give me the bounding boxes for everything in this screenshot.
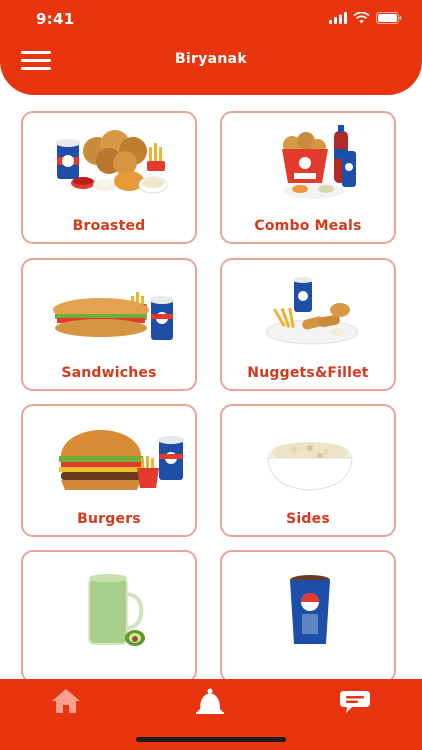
combo-meals-image xyxy=(282,125,356,199)
category-card-drinks[interactable] xyxy=(220,550,396,683)
sandwiches-image xyxy=(53,292,174,340)
sides-image xyxy=(267,442,353,491)
category-label: Combo Meals xyxy=(254,218,362,234)
juice-image xyxy=(88,574,145,646)
burgers-image xyxy=(59,430,184,490)
nuggets-fillet-image xyxy=(265,277,359,345)
broasted-image xyxy=(56,130,168,194)
category-card-juices[interactable] xyxy=(21,550,197,683)
category-label: Burgers xyxy=(77,511,141,527)
home-icon xyxy=(52,689,80,713)
category-card-combo-meals[interactable]: Combo Meals xyxy=(220,111,396,244)
chat-icon xyxy=(340,691,370,713)
home-indicator xyxy=(136,737,286,742)
category-label: Sides xyxy=(286,511,330,527)
category-card-sandwiches[interactable]: Sandwiches xyxy=(21,258,197,391)
pepsi-image xyxy=(290,575,330,644)
nav-chat-button[interactable] xyxy=(338,687,372,717)
category-grid: Broasted Combo Meals Sandwiches Nuggets&… xyxy=(0,0,422,750)
category-card-burgers[interactable]: Burgers xyxy=(21,404,197,537)
bell-icon xyxy=(196,688,224,714)
category-label: Nuggets&Fillet xyxy=(247,365,369,381)
category-card-broasted[interactable]: Broasted xyxy=(21,111,197,244)
nav-home-button[interactable] xyxy=(50,687,84,717)
category-label: Broasted xyxy=(72,218,146,234)
nav-notifications-button[interactable] xyxy=(194,687,228,717)
category-card-nuggets-fillet[interactable]: Nuggets&Fillet xyxy=(220,258,396,391)
category-card-sides[interactable]: Sides xyxy=(220,404,396,537)
category-label: Sandwiches xyxy=(61,365,157,381)
